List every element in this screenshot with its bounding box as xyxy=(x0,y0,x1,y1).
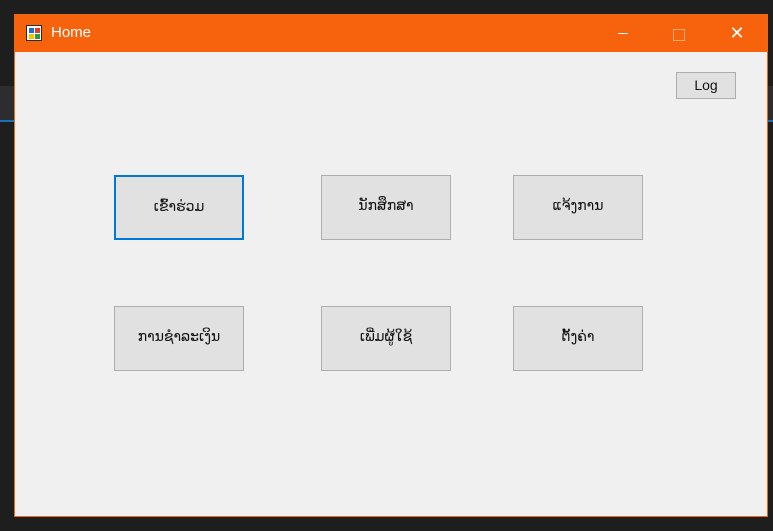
join-button[interactable]: ເຂົ້າຮ່ວມ xyxy=(114,175,244,240)
maximize-button[interactable] xyxy=(656,15,702,52)
client-area: Log ເຂົ້າຮ່ວມ ນັກສຶກສາ ແຈ້ງການ ການຊຳລະເງ… xyxy=(15,52,767,517)
home-window: Home ✕ Log ເຂົ້າຮ່ວມ ນັກສຶກສາ ແຈ້ງການ ກາ… xyxy=(14,14,768,517)
title-bar[interactable]: Home ✕ xyxy=(15,15,767,52)
minimize-icon xyxy=(618,32,628,34)
close-button[interactable]: ✕ xyxy=(714,15,760,52)
log-button[interactable]: Log xyxy=(676,72,736,99)
window-title: Home xyxy=(51,24,92,41)
maximize-icon xyxy=(673,28,685,41)
add-user-button[interactable]: ເພີ່ມຜູ້ໃຊ້ xyxy=(321,306,451,371)
minimize-button[interactable] xyxy=(600,15,646,52)
students-button[interactable]: ນັກສຶກສາ xyxy=(321,175,451,240)
payment-button[interactable]: ການຊຳລະເງິນ xyxy=(114,306,244,371)
app-window-icon xyxy=(26,25,42,41)
announcements-button[interactable]: ແຈ້ງການ xyxy=(513,175,643,240)
settings-button[interactable]: ຕັ້ງຄ່າ xyxy=(513,306,643,371)
close-icon: ✕ xyxy=(729,23,745,44)
